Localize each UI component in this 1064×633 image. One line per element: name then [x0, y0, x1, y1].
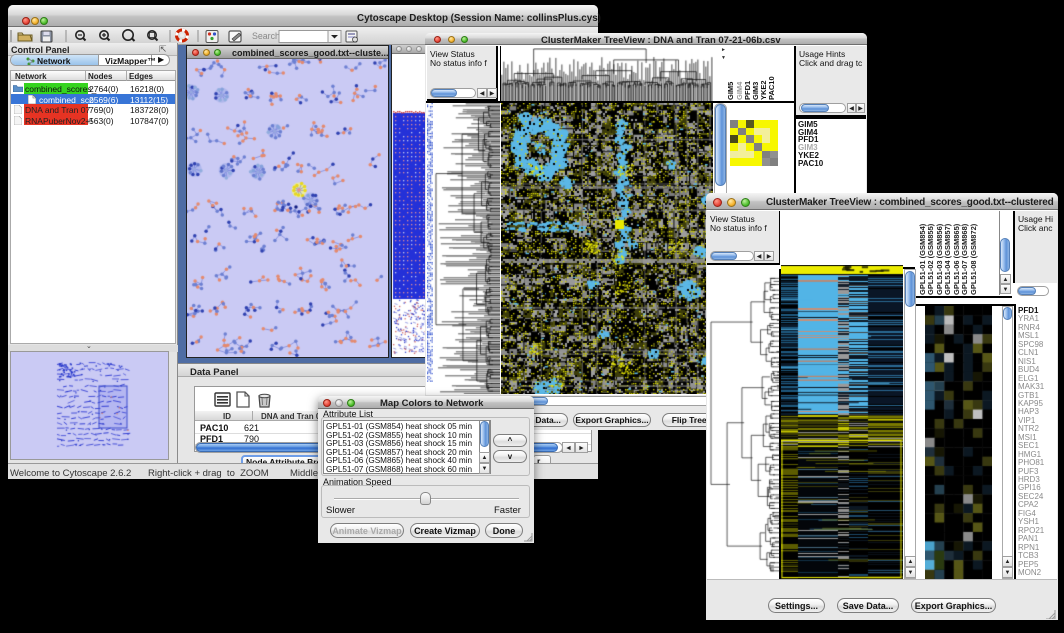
svg-text:Search:: Search: [252, 31, 282, 41]
